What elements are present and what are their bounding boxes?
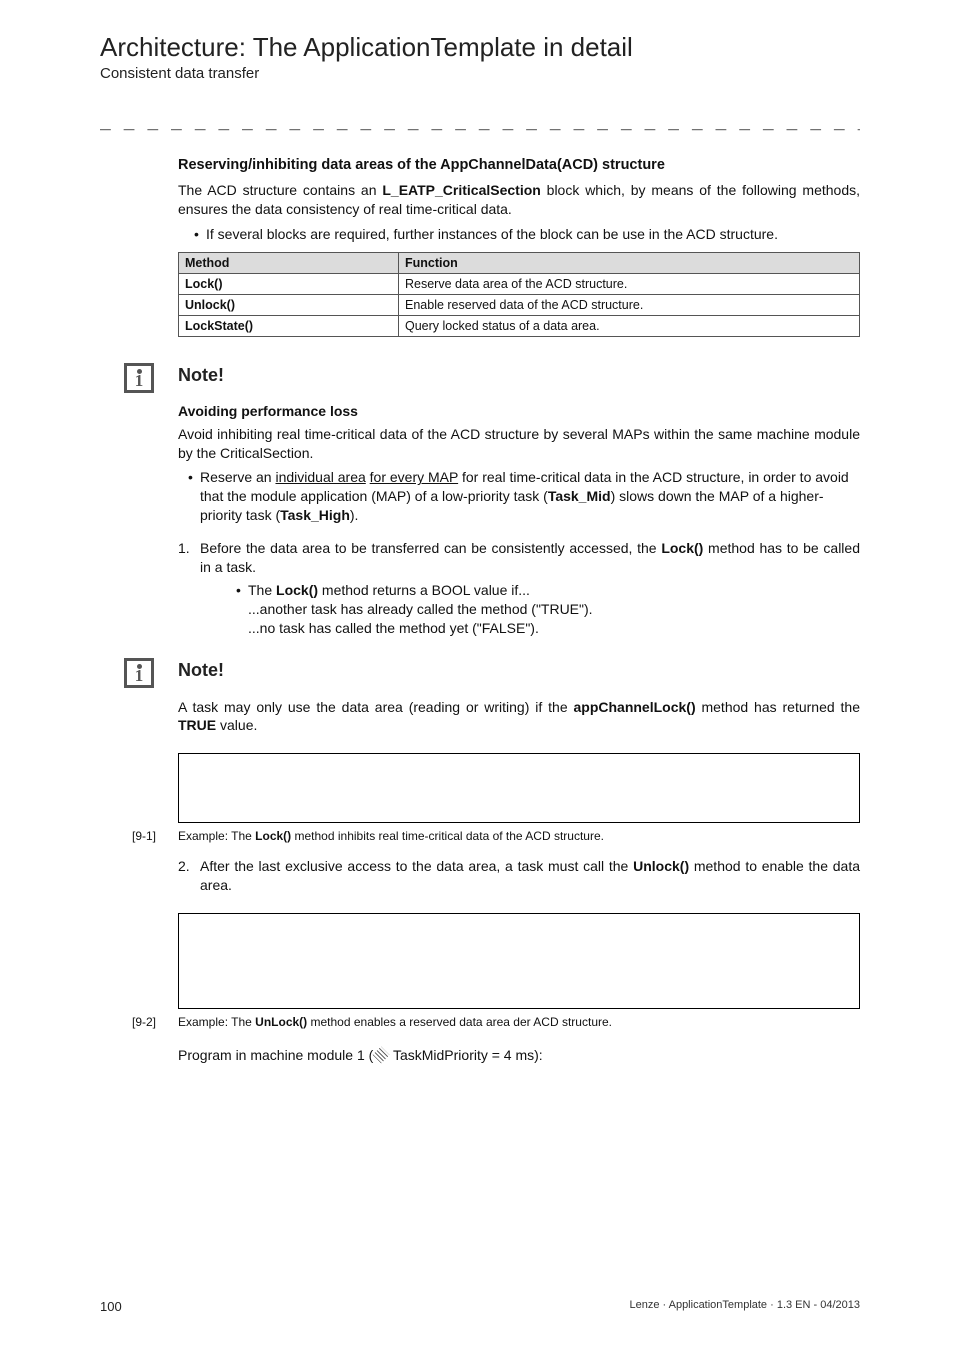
info-icon: 1	[124, 363, 154, 393]
intro-bullet: • If several blocks are required, furthe…	[194, 225, 860, 244]
page-number: 100	[100, 1299, 122, 1314]
method-table: Method Function Lock() Reserve data area…	[178, 252, 860, 337]
step-number: 2.	[178, 857, 200, 895]
note-block-lock: 1 Note! A task may only use the data are…	[124, 658, 860, 736]
figure-2-caption: [9-2] Example: The UnLock() method enabl…	[178, 1015, 860, 1029]
table-row: Unlock() Enable reserved data of the ACD…	[179, 294, 860, 315]
bullet-text: The Lock() method returns a BOOL value i…	[248, 581, 530, 600]
intro-paragraph: The ACD structure contains an L_EATP_Cri…	[178, 181, 860, 219]
table-header-row: Method Function	[179, 252, 860, 273]
figure-1-caption: [9-1] Example: The Lock() method inhibit…	[178, 829, 860, 843]
step-2: 2. After the last exclusive access to th…	[178, 857, 860, 895]
note-text: Avoid inhibiting real time-critical data…	[178, 425, 860, 463]
table-cell-function: Query locked status of a data area.	[399, 315, 860, 336]
text-bold: L_EATP_CriticalSection	[382, 182, 540, 198]
bullet-text: Reserve an individual area for every MAP…	[200, 468, 860, 525]
figure-box-1	[178, 753, 860, 823]
figure-caption-text: Example: The Lock() method inhibits real…	[178, 829, 604, 843]
step-1-line2: ...no task has called the method yet ("F…	[248, 619, 860, 638]
note-text: A task may only use the data area (readi…	[178, 698, 860, 736]
table-cell-function: Enable reserved data of the ACD structur…	[399, 294, 860, 315]
bullet-dot: •	[194, 225, 206, 244]
figure-caption-text: Example: The UnLock() method enables a r…	[178, 1015, 612, 1029]
info-icon: 1	[124, 658, 154, 688]
table-cell-method: Unlock()	[179, 294, 399, 315]
note-bullet: • Reserve an individual area for every M…	[188, 468, 860, 525]
text: The ACD structure contains an	[178, 182, 382, 198]
table-header: Method	[179, 252, 399, 273]
bullet-dot: •	[188, 468, 200, 525]
step-1: 1. Before the data area to be transferre…	[178, 539, 860, 577]
page-title: Architecture: The ApplicationTemplate in…	[100, 32, 860, 63]
table-cell-method: LockState()	[179, 315, 399, 336]
task-glyph-icon	[373, 1047, 390, 1064]
figure-ref: [9-1]	[132, 829, 178, 843]
table-row: Lock() Reserve data area of the ACD stru…	[179, 273, 860, 294]
bullet-dot: •	[236, 581, 248, 600]
figure-ref: [9-2]	[132, 1015, 178, 1029]
step-1-line1: ...another task has already called the m…	[248, 600, 860, 619]
step-number: 1.	[178, 539, 200, 577]
table-header: Function	[399, 252, 860, 273]
step-1-sub-bullet: • The Lock() method returns a BOOL value…	[236, 581, 860, 600]
note-subheading: Avoiding performance loss	[178, 403, 860, 419]
step-text: After the last exclusive access to the d…	[200, 857, 860, 895]
step-text: Before the data area to be transferred c…	[200, 539, 860, 577]
note-block-performance: 1 Note! Avoiding performance loss Avoid …	[124, 363, 860, 525]
figure-box-2	[178, 913, 860, 1009]
divider-rule: _ _ _ _ _ _ _ _ _ _ _ _ _ _ _ _ _ _ _ _ …	[100, 110, 860, 131]
page-footer: 100 Lenze · ApplicationTemplate · 1.3 EN…	[100, 1299, 860, 1314]
bullet-text: If several blocks are required, further …	[206, 225, 860, 244]
footer-right: Lenze · ApplicationTemplate · 1.3 EN - 0…	[629, 1299, 860, 1314]
section-heading: Reserving/inhibiting data areas of the A…	[178, 157, 860, 173]
table-cell-method: Lock()	[179, 273, 399, 294]
table-row: LockState() Query locked status of a dat…	[179, 315, 860, 336]
table-cell-function: Reserve data area of the ACD structure.	[399, 273, 860, 294]
page-subtitle: Consistent data transfer	[100, 65, 860, 82]
program-line: Program in machine module 1 ( TaskMidPri…	[178, 1047, 860, 1063]
note-label: Note!	[178, 365, 224, 386]
note-label: Note!	[178, 660, 224, 681]
